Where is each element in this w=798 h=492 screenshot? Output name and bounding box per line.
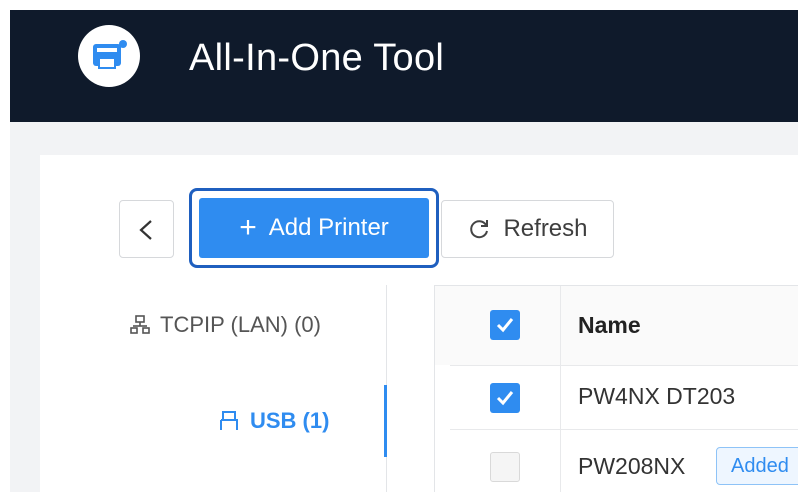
- sidebar-item-usb[interactable]: USB (1): [218, 408, 329, 434]
- column-header-name[interactable]: Name: [578, 312, 641, 339]
- check-icon: [496, 391, 514, 406]
- sidebar-active-indicator: [384, 385, 387, 457]
- sidebar-item-tcpip[interactable]: TCPIP (LAN) (0): [130, 312, 321, 338]
- row-checkbox[interactable]: [490, 383, 520, 413]
- row-divider: [450, 429, 798, 430]
- network-icon: [130, 315, 150, 334]
- sidebar-item-label: USB (1): [250, 408, 330, 433]
- app-title: All-In-One Tool: [189, 37, 445, 79]
- check-icon: [496, 318, 514, 333]
- row-divider: [450, 365, 798, 366]
- back-button[interactable]: [119, 200, 174, 258]
- refresh-label: Refresh: [503, 215, 588, 242]
- add-printer-label: Add Printer: [268, 214, 389, 241]
- refresh-button[interactable]: Refresh: [441, 200, 614, 258]
- printer-name: PW208NX: [578, 453, 686, 479]
- refresh-icon: [470, 220, 489, 239]
- row-checkbox[interactable]: [490, 452, 520, 482]
- chevron-left-icon: [139, 220, 152, 240]
- column-divider: [560, 286, 561, 492]
- select-all-checkbox[interactable]: [490, 310, 520, 340]
- add-printer-button[interactable]: + Add Printer: [199, 198, 429, 258]
- sidebar-item-label: TCPIP (LAN) (0): [160, 312, 321, 337]
- usb-icon: [220, 411, 238, 430]
- added-badge: Added: [716, 447, 798, 485]
- plus-icon: +: [239, 211, 257, 244]
- printer-logo-icon: [78, 25, 140, 87]
- printer-name: PW4NX DT203: [578, 383, 736, 409]
